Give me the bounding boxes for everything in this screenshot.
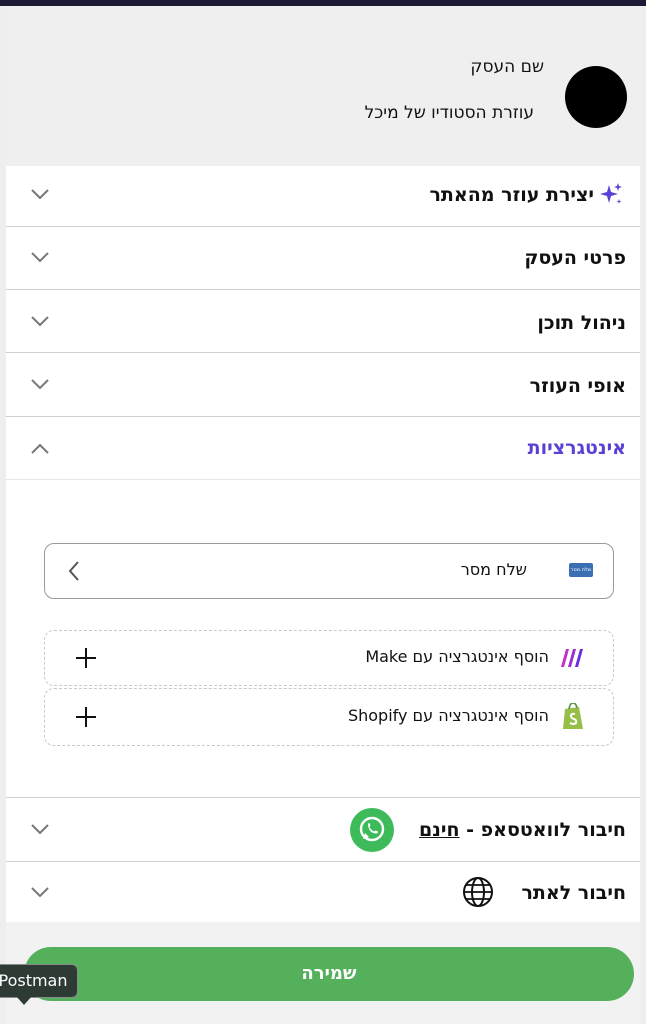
section-title: פרטי העסק <box>524 247 626 269</box>
tooltip-tail <box>16 996 32 1005</box>
chevron-left-icon[interactable] <box>67 560 81 582</box>
send-message-label: שלח מסר <box>460 560 527 579</box>
section-integrations: אינטגרציות שלח מסר שלח מסר הוסף אינטגרצי… <box>6 417 640 798</box>
section-title: יצירת עוזר מהאתר <box>429 184 594 206</box>
section-title: אופי העוזר <box>529 375 626 397</box>
globe-icon <box>462 876 494 908</box>
section-title: אינטגרציות <box>527 437 626 459</box>
chevron-down-icon[interactable] <box>30 886 50 898</box>
avatar[interactable] <box>565 66 627 128</box>
integrations-header[interactable]: אינטגרציות <box>6 417 640 480</box>
business-name: עוזרת הסטודיו של מיכל <box>364 103 534 123</box>
section-whatsapp[interactable]: חיבור לוואטסאפ - חינם <box>6 798 640 862</box>
whatsapp-free-link[interactable]: חינם <box>419 819 460 841</box>
chevron-up-icon[interactable] <box>30 443 50 455</box>
save-button[interactable]: שמירה <box>24 947 634 1001</box>
section-business-details[interactable]: פרטי העסק <box>6 227 640 290</box>
chevron-down-icon[interactable] <box>30 188 50 200</box>
add-make-integration[interactable]: הוסף אינטגרציה עם Make <box>44 630 614 686</box>
section-title: חיבור לאתר <box>521 882 626 904</box>
section-title: חיבור לוואטסאפ - חינם <box>419 819 626 841</box>
chevron-down-icon[interactable] <box>30 315 50 327</box>
whatsapp-title: חיבור לוואטסאפ - <box>466 819 626 841</box>
section-content-management[interactable]: ניהול תוכן <box>6 290 640 353</box>
add-shopify-integration[interactable]: הוסף אינטגרציה עם Shopify <box>44 688 614 746</box>
section-title: ניהול תוכן <box>537 312 626 334</box>
make-integration-label: הוסף אינטגרציה עם Make <box>365 647 549 666</box>
shopify-logo-icon <box>561 702 585 731</box>
shopify-integration-label: הוסף אינטגרציה עם Shopify <box>347 706 549 725</box>
chevron-down-icon[interactable] <box>30 823 50 835</box>
make-logo-icon <box>559 648 585 668</box>
plus-icon[interactable] <box>75 647 97 669</box>
chevron-down-icon[interactable] <box>30 251 50 263</box>
sparkle-icon <box>598 182 624 208</box>
chevron-down-icon[interactable] <box>30 378 50 390</box>
whatsapp-icon <box>350 808 394 852</box>
postman-tooltip: Postman <box>0 964 78 998</box>
sendmessage-logo-icon: שלח מסר <box>569 563 593 577</box>
plus-icon[interactable] <box>75 706 97 728</box>
business-label: שם העסק <box>470 57 544 77</box>
send-message-integration[interactable]: שלח מסר שלח מסר <box>44 543 614 599</box>
section-create-assistant[interactable]: יצירת עוזר מהאתר <box>6 166 640 227</box>
business-header: שם העסק עוזרת הסטודיו של מיכל <box>6 6 640 181</box>
settings-panel: שם העסק עוזרת הסטודיו של מיכל יצירת עוזר… <box>6 6 640 1024</box>
section-site-connect[interactable]: חיבור לאתר <box>6 862 640 922</box>
section-assistant-character[interactable]: אופי העוזר <box>6 353 640 417</box>
